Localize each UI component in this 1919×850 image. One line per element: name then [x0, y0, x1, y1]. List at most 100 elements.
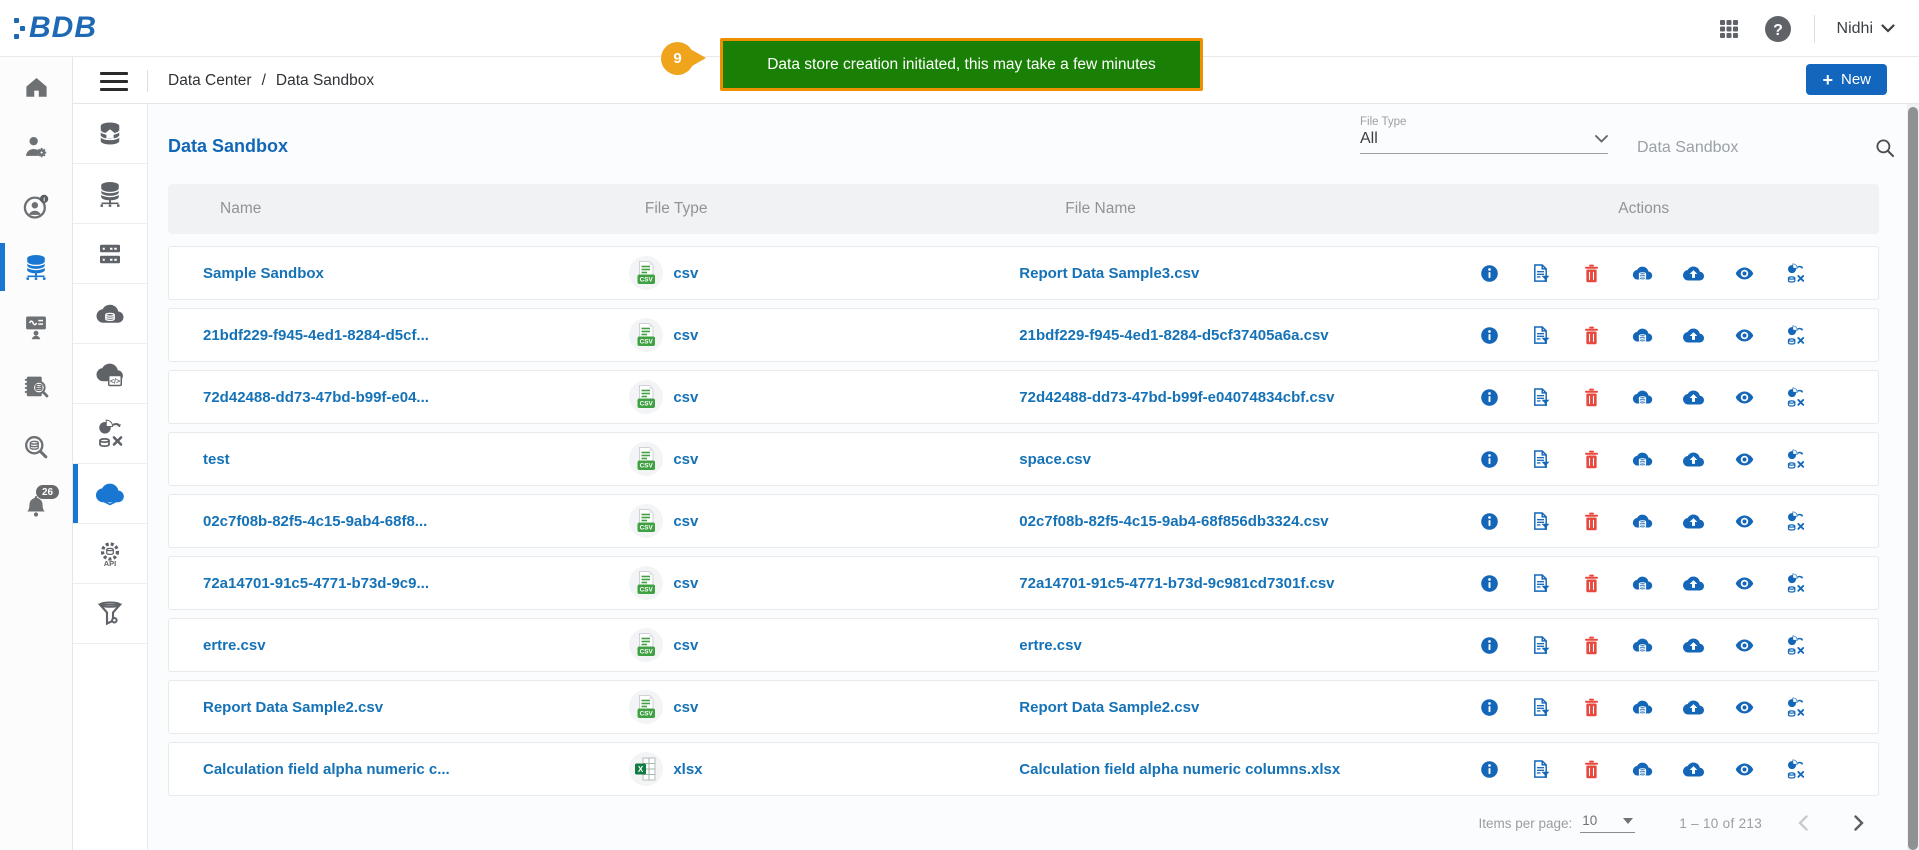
file-type-select[interactable]: File Type All — [1360, 116, 1608, 154]
items-per-page-select[interactable]: 10 — [1580, 813, 1635, 833]
row-file-name-link[interactable]: 21bdf229-f945-4ed1-8284-d5cf37405a6a.csv — [1001, 327, 1408, 344]
cloud-upload-icon[interactable] — [1683, 263, 1704, 284]
info-icon[interactable] — [1479, 325, 1500, 346]
cloud-upload-icon[interactable] — [1683, 387, 1704, 408]
delete-icon[interactable] — [1581, 759, 1602, 780]
file-filter-icon[interactable] — [1530, 263, 1551, 284]
row-file-name-link[interactable]: Report Data Sample3.csv — [1001, 265, 1408, 282]
info-icon[interactable] — [1479, 387, 1500, 408]
sidebar-item-data-search[interactable] — [0, 417, 72, 477]
preview-eye-icon[interactable] — [1734, 511, 1755, 532]
sidebar-item-home[interactable] — [0, 57, 72, 117]
cloud-datastore-icon[interactable] — [1632, 449, 1653, 470]
cloud-upload-icon[interactable] — [1683, 573, 1704, 594]
row-name-link[interactable]: 02c7f08b-82f5-4c15-9ab4-68f8... — [169, 513, 613, 530]
subsidebar-item-servers[interactable] — [73, 224, 147, 284]
cloud-upload-icon[interactable] — [1683, 511, 1704, 532]
row-name-link[interactable]: Calculation field alpha numeric c... — [169, 761, 613, 778]
apps-grid-icon[interactable] — [1716, 16, 1742, 42]
row-name-link[interactable]: Report Data Sample2.csv — [169, 699, 613, 716]
subsidebar-item-data-home[interactable] — [73, 104, 147, 164]
preview-eye-icon[interactable] — [1734, 573, 1755, 594]
subsidebar-item-data-sandbox[interactable] — [73, 464, 147, 524]
cloud-upload-icon[interactable] — [1683, 759, 1704, 780]
preview-eye-icon[interactable] — [1734, 635, 1755, 656]
preview-eye-icon[interactable] — [1734, 697, 1755, 718]
cloud-datastore-icon[interactable] — [1632, 759, 1653, 780]
bdb-logo[interactable]: BDB — [14, 9, 97, 47]
row-name-link[interactable]: test — [169, 451, 613, 468]
subsidebar-item-cloud-database[interactable] — [73, 284, 147, 344]
user-menu[interactable]: Nidhi — [1837, 20, 1895, 38]
row-file-name-link[interactable]: space.csv — [1001, 451, 1408, 468]
cloud-datastore-icon[interactable] — [1632, 263, 1653, 284]
info-icon[interactable] — [1479, 697, 1500, 718]
cloud-upload-icon[interactable] — [1683, 449, 1704, 470]
subsidebar-item-data-filter[interactable] — [73, 584, 147, 644]
cloud-upload-icon[interactable] — [1683, 325, 1704, 346]
file-filter-icon[interactable] — [1530, 325, 1551, 346]
subsidebar-item-api-services[interactable]: API — [73, 524, 147, 584]
file-filter-icon[interactable] — [1530, 387, 1551, 408]
cloud-datastore-icon[interactable] — [1632, 387, 1653, 408]
cloud-upload-icon[interactable] — [1683, 635, 1704, 656]
search-field[interactable]: Data Sandbox — [1637, 138, 1895, 158]
row-file-name-link[interactable]: ertre.csv — [1001, 637, 1408, 654]
row-file-name-link[interactable]: Report Data Sample2.csv — [1001, 699, 1408, 716]
file-filter-icon[interactable] — [1530, 449, 1551, 470]
sidebar-item-account-info[interactable]: i — [0, 177, 72, 237]
hamburger-menu-icon[interactable] — [100, 69, 128, 93]
row-name-link[interactable]: 72d42488-dd73-47bd-b99f-e04... — [169, 389, 613, 406]
info-icon[interactable] — [1479, 759, 1500, 780]
sidebar-item-publish-board[interactable] — [0, 297, 72, 357]
cloud-datastore-icon[interactable] — [1632, 325, 1653, 346]
scrollbar-thumb[interactable] — [1908, 107, 1918, 850]
delete-icon[interactable] — [1581, 511, 1602, 532]
new-button[interactable]: + New — [1806, 64, 1887, 95]
file-filter-icon[interactable] — [1530, 573, 1551, 594]
delete-icon[interactable] — [1581, 263, 1602, 284]
row-name-link[interactable]: 21bdf229-f945-4ed1-8284-d5cf... — [169, 327, 613, 344]
file-filter-icon[interactable] — [1530, 635, 1551, 656]
preview-eye-icon[interactable] — [1734, 449, 1755, 470]
info-icon[interactable] — [1479, 449, 1500, 470]
data-prep-icon[interactable] — [1785, 635, 1806, 656]
subsidebar-item-data-prep[interactable] — [73, 404, 147, 464]
data-prep-icon[interactable] — [1785, 325, 1806, 346]
previous-page-button[interactable] — [1788, 808, 1818, 838]
data-prep-icon[interactable] — [1785, 387, 1806, 408]
delete-icon[interactable] — [1581, 449, 1602, 470]
subsidebar-item-cloud-code[interactable]: </> — [73, 344, 147, 404]
sidebar-item-notifications[interactable]: 26 — [0, 477, 72, 537]
row-name-link[interactable]: 72a14701-91c5-4771-b73d-9c9... — [169, 575, 613, 592]
sidebar-item-data-center[interactable] — [0, 237, 72, 297]
cloud-datastore-icon[interactable] — [1632, 573, 1653, 594]
sidebar-item-catalog-search[interactable] — [0, 357, 72, 417]
breadcrumb-data-center[interactable]: Data Center — [168, 72, 252, 90]
row-name-link[interactable]: Sample Sandbox — [169, 265, 613, 282]
data-prep-icon[interactable] — [1785, 697, 1806, 718]
data-prep-icon[interactable] — [1785, 449, 1806, 470]
row-file-name-link[interactable]: 02c7f08b-82f5-4c15-9ab4-68f856db3324.csv — [1001, 513, 1408, 530]
subsidebar-item-data-store[interactable] — [73, 164, 147, 224]
sidebar-item-user-settings[interactable] — [0, 117, 72, 177]
cloud-upload-icon[interactable] — [1683, 697, 1704, 718]
file-filter-icon[interactable] — [1530, 759, 1551, 780]
cloud-datastore-icon[interactable] — [1632, 697, 1653, 718]
info-icon[interactable] — [1479, 263, 1500, 284]
delete-icon[interactable] — [1581, 387, 1602, 408]
data-prep-icon[interactable] — [1785, 511, 1806, 532]
breadcrumb-data-sandbox[interactable]: Data Sandbox — [276, 72, 374, 90]
data-prep-icon[interactable] — [1785, 573, 1806, 594]
row-file-name-link[interactable]: 72a14701-91c5-4771-b73d-9c981cd7301f.csv — [1001, 575, 1408, 592]
info-icon[interactable] — [1479, 573, 1500, 594]
help-icon[interactable]: ? — [1764, 15, 1792, 43]
data-prep-icon[interactable] — [1785, 759, 1806, 780]
row-file-name-link[interactable]: 72d42488-dd73-47bd-b99f-e04074834cbf.csv — [1001, 389, 1408, 406]
cloud-datastore-icon[interactable] — [1632, 511, 1653, 532]
delete-icon[interactable] — [1581, 635, 1602, 656]
row-name-link[interactable]: ertre.csv — [169, 637, 613, 654]
data-prep-icon[interactable] — [1785, 263, 1806, 284]
preview-eye-icon[interactable] — [1734, 759, 1755, 780]
next-page-button[interactable] — [1844, 808, 1874, 838]
